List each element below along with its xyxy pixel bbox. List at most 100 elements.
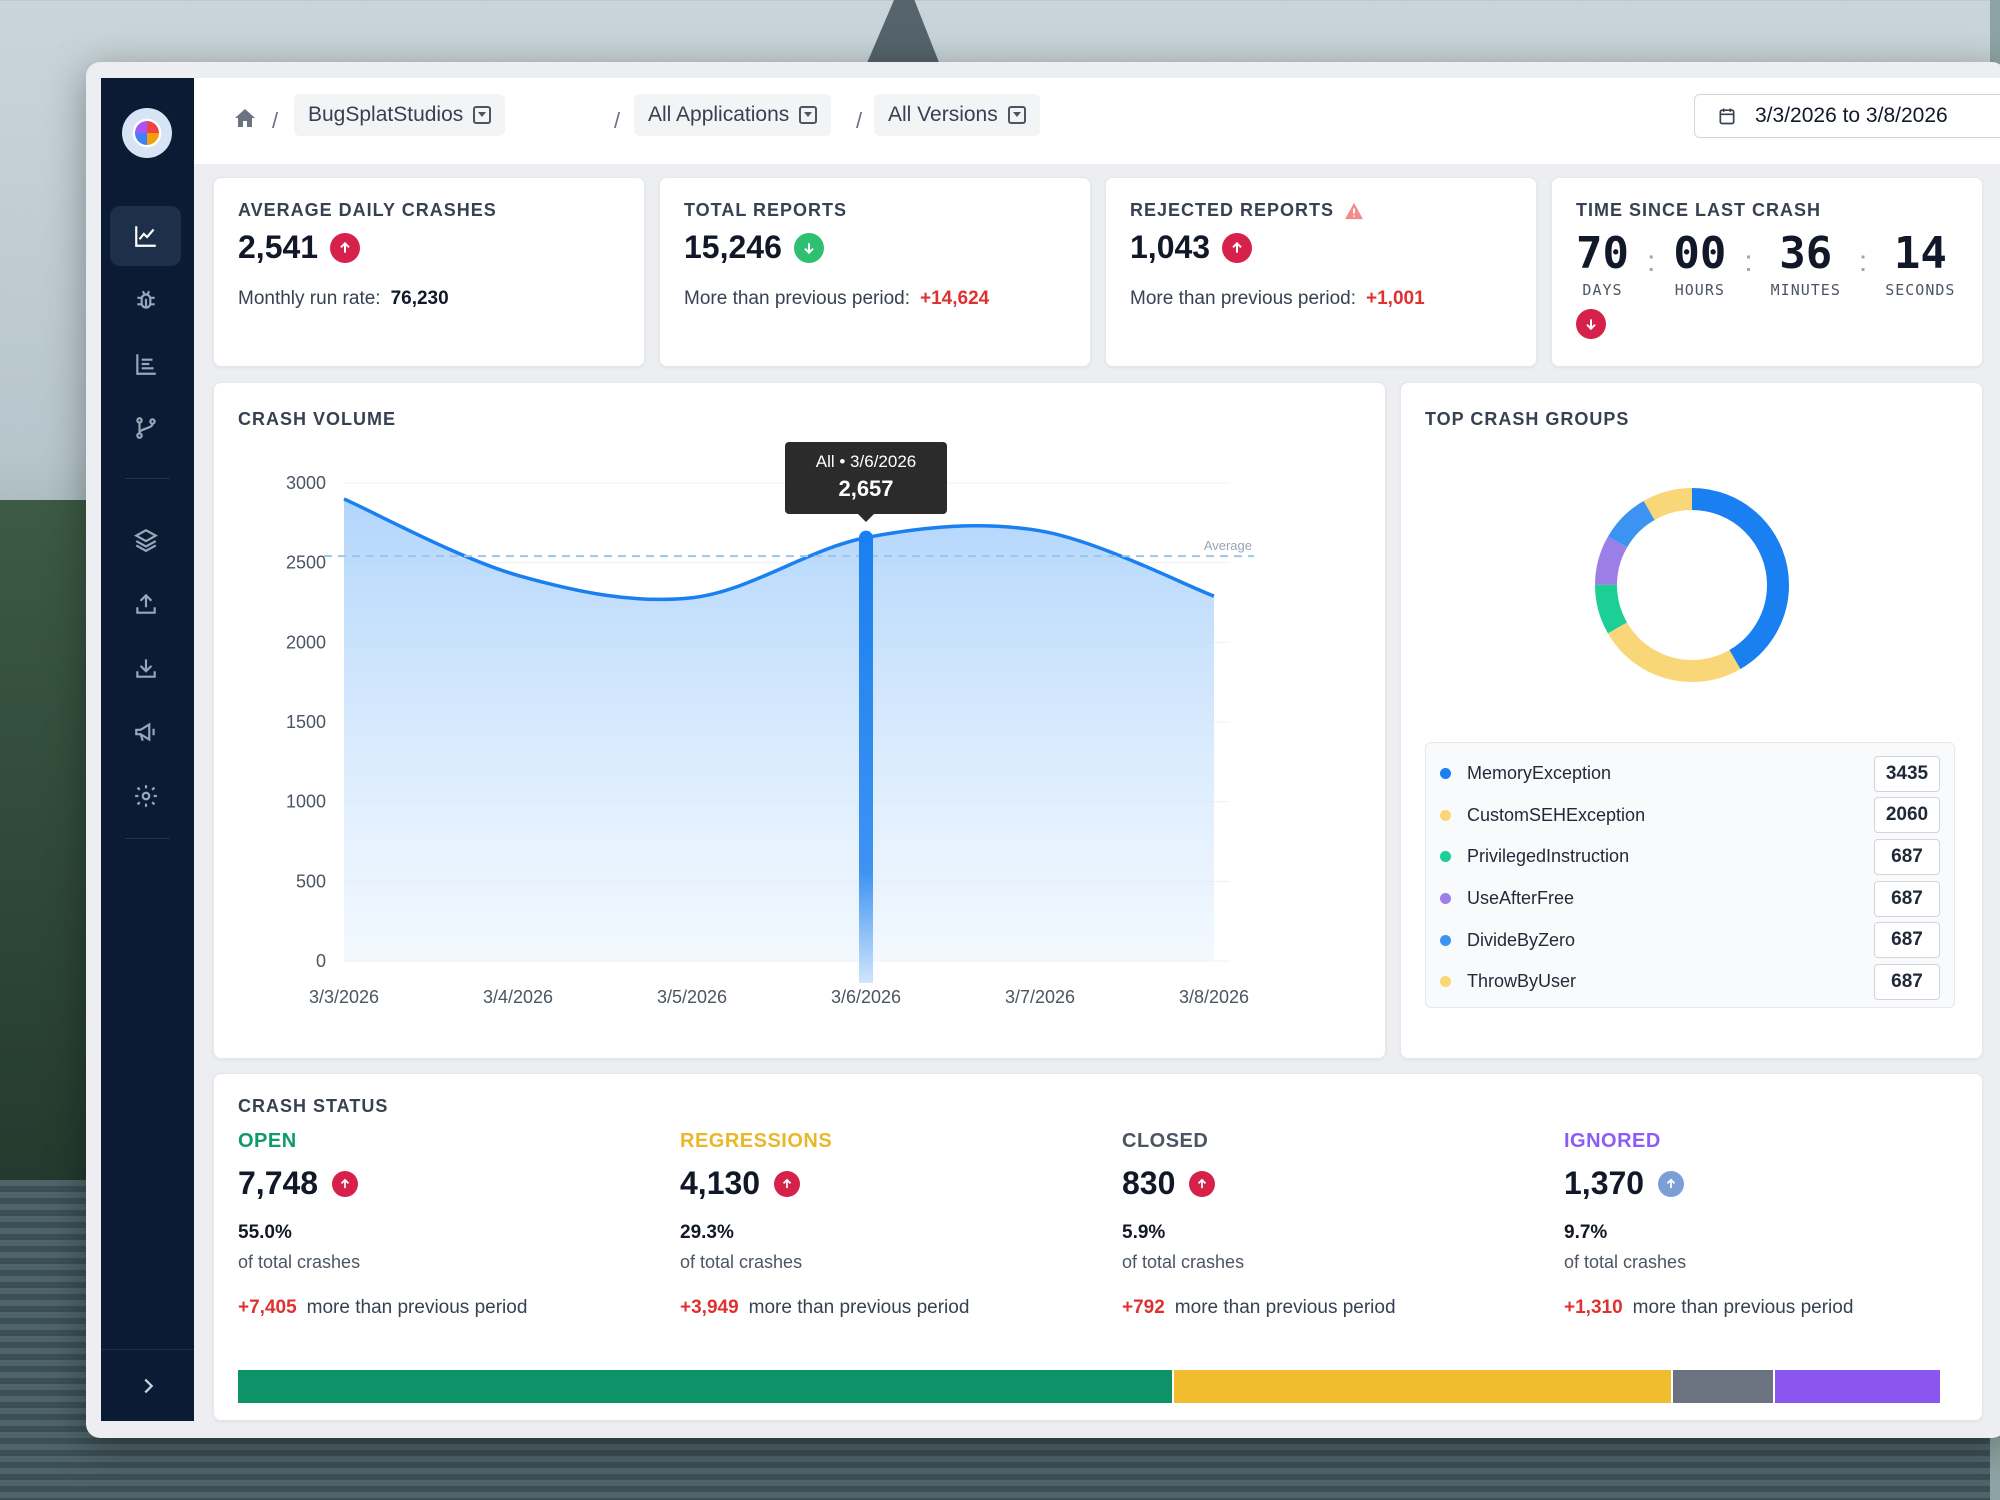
timer-separator: : bbox=[1744, 245, 1753, 278]
timer-hours: 00 HOURS bbox=[1673, 231, 1726, 300]
sidebar bbox=[101, 78, 194, 1421]
timer-days: 70 DAYS bbox=[1576, 228, 1629, 300]
date-range-label: 3/3/2026 to 3/8/2026 bbox=[1755, 104, 1948, 127]
card-title-row: REJECTED REPORTS bbox=[1130, 200, 1512, 221]
warning-icon[interactable] bbox=[1344, 202, 1364, 220]
legend-label: MemoryException bbox=[1467, 763, 1612, 784]
legend-item[interactable]: ThrowByUser 687 bbox=[1440, 961, 1940, 1003]
tooltip-header: All • 3/6/2026 bbox=[815, 451, 917, 471]
status-bar-segment[interactable] bbox=[1775, 1370, 1940, 1403]
status-label: REGRESSIONS bbox=[680, 1130, 833, 1152]
sidebar-expand-button[interactable] bbox=[101, 1349, 194, 1421]
timer-minutes: 36 MINUTES bbox=[1770, 231, 1841, 300]
status-delta: +7,405 bbox=[238, 1297, 297, 1318]
download-icon bbox=[135, 659, 156, 678]
legend-count: 687 bbox=[1874, 838, 1940, 875]
status-delta: +792 bbox=[1122, 1297, 1165, 1318]
legend-label: PrivilegedInstruction bbox=[1467, 846, 1630, 867]
trend-up-icon bbox=[1222, 232, 1253, 263]
status-bar-segment[interactable] bbox=[1173, 1370, 1672, 1403]
status-percent: 5.9% bbox=[1122, 1222, 1166, 1243]
y-tick-label: 1500 bbox=[286, 712, 326, 732]
timer-hours-label: HOURS bbox=[1674, 281, 1725, 299]
status-bar-segment[interactable] bbox=[238, 1370, 1172, 1403]
trend-up-icon bbox=[1189, 1170, 1216, 1197]
date-range-picker[interactable]: 3/3/2026 to 3/8/2026 bbox=[1694, 94, 2000, 138]
timer-minutes-label: MINUTES bbox=[1770, 281, 1841, 299]
x-tick-label: 3/4/2026 bbox=[483, 987, 553, 1007]
status-delta-text: more than previous period bbox=[1174, 1297, 1396, 1318]
legend-item[interactable]: PrivilegedInstruction 687 bbox=[1440, 836, 1940, 878]
status-delta: +3,949 bbox=[680, 1297, 739, 1318]
rejected-value: 1,043 bbox=[1130, 229, 1211, 265]
legend-item[interactable]: CustomSEHException 2060 bbox=[1440, 795, 1940, 837]
card-title: CRASH STATUS bbox=[238, 1096, 389, 1116]
total-reports-value: 15,246 bbox=[684, 229, 782, 265]
home-icon bbox=[235, 109, 255, 127]
status-distribution-bar[interactable] bbox=[238, 1370, 1940, 1403]
timer-seconds: 14 SECONDS bbox=[1885, 231, 1956, 300]
legend-item[interactable]: UseAfterFree 687 bbox=[1440, 878, 1940, 920]
crash-groups-legend: MemoryException 3435 CustomSEHException … bbox=[1425, 742, 1955, 1008]
status-label: IGNORED bbox=[1564, 1130, 1661, 1152]
nav-announcements[interactable] bbox=[110, 702, 181, 762]
status-delta: +1,310 bbox=[1564, 1297, 1623, 1318]
breadcrumb-versions[interactable]: All Versions bbox=[874, 94, 1040, 136]
nav-settings[interactable] bbox=[110, 766, 181, 826]
dropdown-icon bbox=[799, 106, 818, 124]
nav-dashboard[interactable] bbox=[110, 206, 181, 266]
x-tick-label: 3/6/2026 bbox=[831, 987, 901, 1007]
y-tick-label: 3000 bbox=[286, 473, 326, 493]
status-value: 7,748 bbox=[238, 1165, 319, 1201]
status-bar-segment[interactable] bbox=[1673, 1370, 1774, 1403]
total-reports-card: TOTAL REPORTS 15,246 More than previous … bbox=[659, 177, 1091, 367]
status-delta-text: more than previous period bbox=[748, 1297, 970, 1318]
nav-crashes[interactable] bbox=[110, 270, 181, 330]
delta-value: +14,624 bbox=[920, 288, 990, 309]
trend-up-icon bbox=[1658, 1170, 1685, 1197]
delta-value: +1,001 bbox=[1366, 288, 1425, 309]
nav-integrations[interactable] bbox=[110, 510, 181, 570]
status-closed[interactable]: CLOSED 830 5.9% of total crashes +792 mo… bbox=[1122, 1130, 1542, 1319]
nav-versions[interactable] bbox=[110, 398, 181, 458]
legend-dot bbox=[1440, 934, 1451, 946]
status-of-total: of total crashes bbox=[238, 1252, 361, 1272]
bugsplat-logo[interactable] bbox=[122, 108, 172, 158]
status-of-total: of total crashes bbox=[1122, 1252, 1245, 1272]
legend-dot bbox=[1440, 851, 1451, 863]
chevron-right-icon bbox=[143, 1378, 153, 1393]
status-percent: 29.3% bbox=[680, 1222, 734, 1243]
y-tick-label: 2500 bbox=[286, 553, 326, 573]
timer-days-label: DAYS bbox=[1582, 281, 1623, 299]
list-icon bbox=[135, 354, 156, 375]
status-label: OPEN bbox=[238, 1130, 297, 1152]
timer-seconds-label: SECONDS bbox=[1885, 281, 1956, 299]
legend-dot bbox=[1440, 809, 1451, 821]
breadcrumb-company[interactable]: BugSplatStudios bbox=[294, 94, 506, 136]
chart-tooltip: All • 3/6/2026 2,657 bbox=[785, 441, 947, 522]
status-of-total: of total crashes bbox=[680, 1252, 803, 1272]
highlight-point bbox=[859, 530, 873, 545]
trend-up-icon bbox=[332, 1170, 359, 1197]
nav-upload[interactable] bbox=[110, 574, 181, 634]
crash-volume-card: CRASH VOLUME 0 500 1000 1500 2000 2500 3000 Ave… bbox=[213, 382, 1386, 1059]
delta-label: More than previous period: bbox=[684, 288, 911, 309]
run-rate-value: 76,230 bbox=[390, 288, 449, 309]
legend-label: UseAfterFree bbox=[1467, 888, 1575, 909]
top-bar: / BugSplatStudios / All Applications / A… bbox=[194, 78, 2000, 164]
status-open[interactable]: OPEN 7,748 55.0% of total crashes +7,405… bbox=[238, 1130, 658, 1319]
status-regressions[interactable]: REGRESSIONS 4,130 29.3% of total crashes… bbox=[680, 1130, 1100, 1319]
nav-download[interactable] bbox=[110, 638, 181, 698]
nav-summary[interactable] bbox=[110, 334, 181, 394]
status-value-row: 830 bbox=[1122, 1165, 1542, 1202]
status-ignored[interactable]: IGNORED 1,370 9.7% of total crashes +1,3… bbox=[1564, 1130, 1984, 1319]
home-button[interactable] bbox=[232, 106, 258, 135]
timer-days-value: 70 bbox=[1576, 228, 1629, 279]
legend-item[interactable]: DivideByZero 687 bbox=[1440, 919, 1940, 961]
breadcrumb-applications[interactable]: All Applications bbox=[634, 94, 832, 136]
crash-groups-donut-chart[interactable] bbox=[1401, 443, 1984, 743]
upload-icon bbox=[135, 593, 156, 614]
legend-count: 2060 bbox=[1874, 797, 1940, 834]
card-title: AVERAGE DAILY CRASHES bbox=[238, 200, 497, 220]
legend-item[interactable]: MemoryException 3435 bbox=[1440, 753, 1940, 795]
